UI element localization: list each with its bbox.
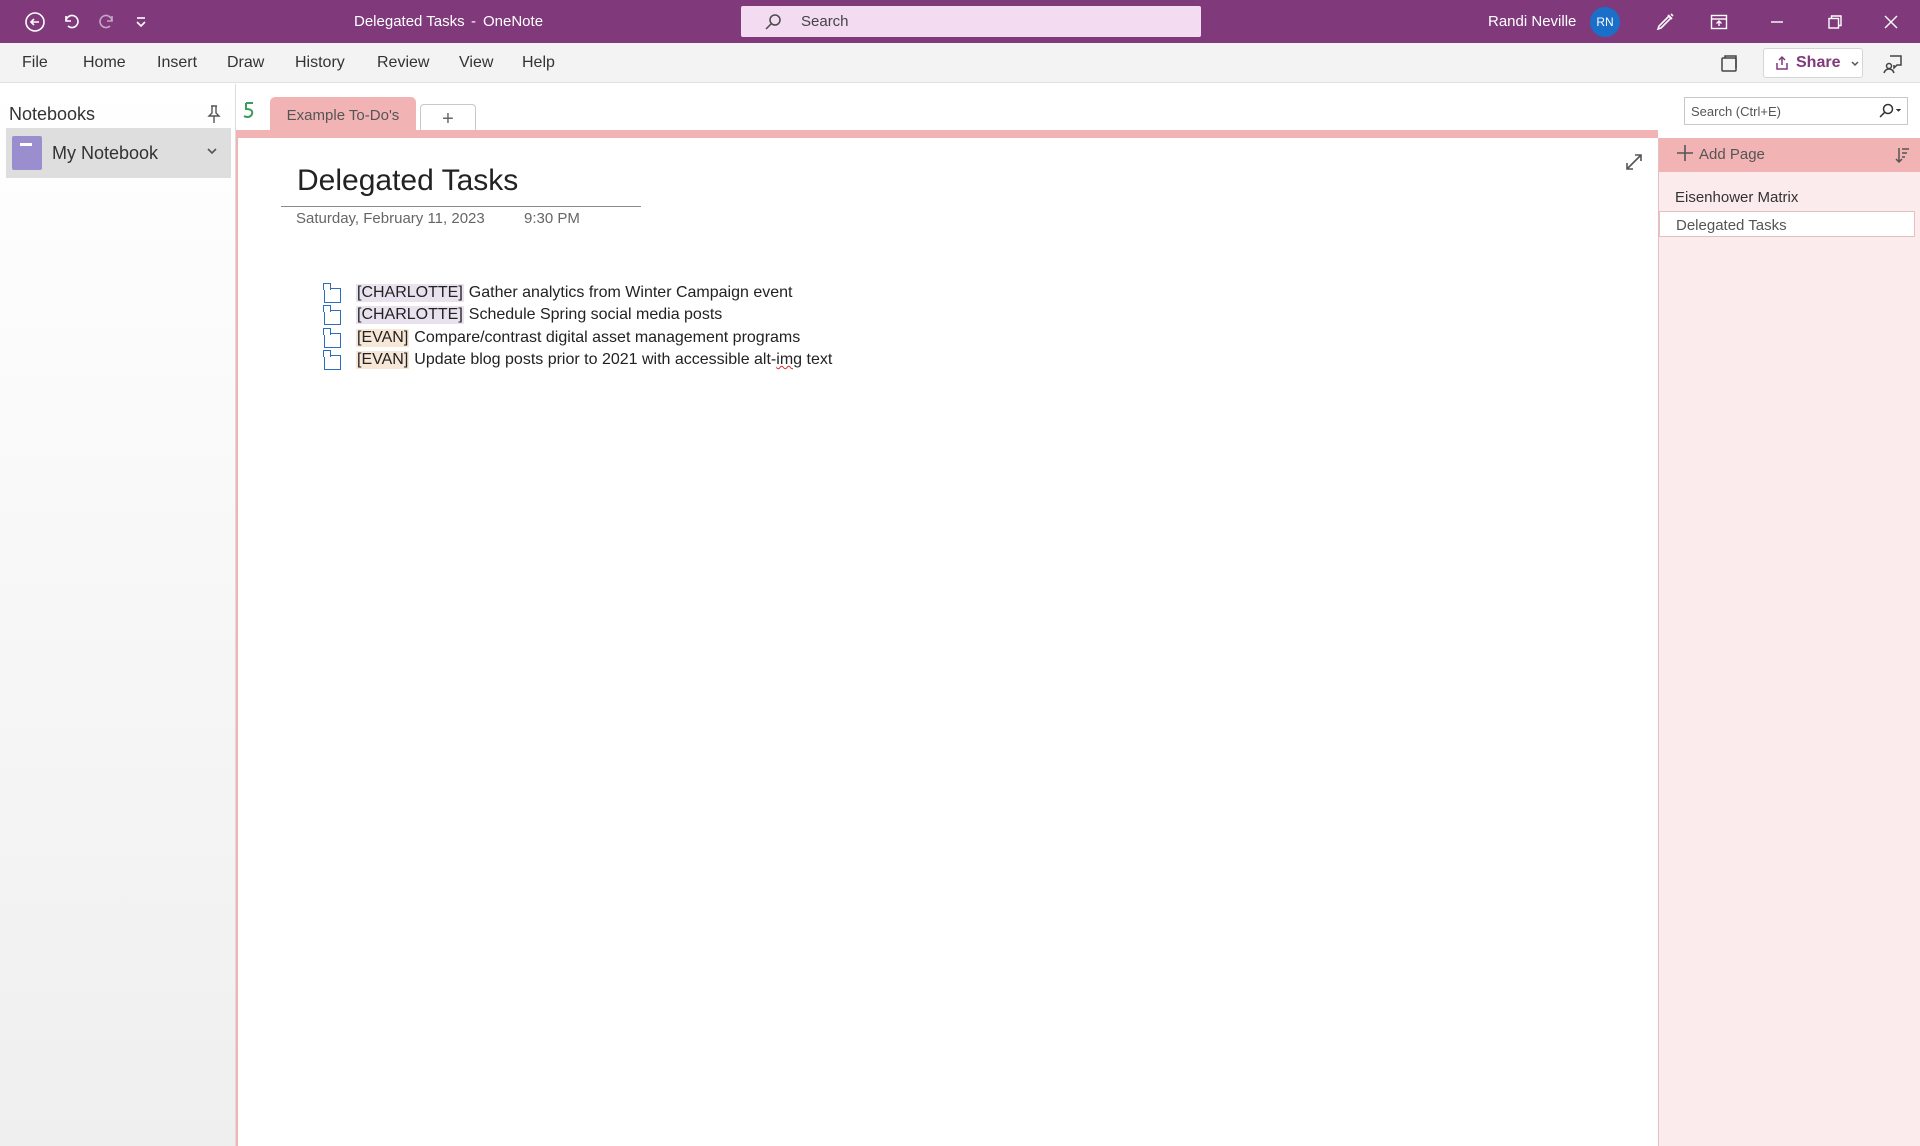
page-time: 9:30 PM (524, 210, 580, 227)
task-text: Schedule Spring social media posts (468, 306, 723, 323)
avatar[interactable]: RN (1590, 7, 1620, 37)
task-assignee-tag: [CHARLOTTE] (356, 284, 464, 302)
close-icon[interactable] (1868, 7, 1914, 37)
task-text: Compare/contrast digital asset managemen… (414, 329, 801, 346)
notebooks-pane: Notebooks My Notebook (0, 84, 236, 1146)
sync-icon[interactable] (242, 100, 256, 125)
share-icon (1776, 55, 1788, 70)
notebook-search-input[interactable]: Search (Ctrl+E) (1684, 97, 1908, 125)
pen-icon[interactable] (1652, 9, 1678, 35)
sort-icon[interactable] (1893, 146, 1911, 169)
search-icon (765, 14, 781, 30)
page-item-delegated-tasks[interactable]: Delegated Tasks (1659, 211, 1915, 237)
task-item[interactable]: [EVAN] Update blog posts prior to 2021 w… (322, 349, 832, 371)
misspelled-word[interactable]: img (776, 351, 802, 369)
title-bar: Delegated Tasks - OneNote Search Randi N… (0, 0, 1920, 43)
page-list-pane: Add Page Eisenhower Matrix Delegated Tas… (1658, 138, 1920, 1146)
task-assignee-tag: [CHARLOTTE] (356, 306, 464, 324)
redo-icon[interactable] (94, 9, 120, 35)
plus-icon (1675, 143, 1695, 168)
section-color-strip (236, 130, 1658, 138)
menu-view[interactable]: View (459, 54, 493, 72)
menu-review[interactable]: Review (377, 54, 429, 72)
title-separator: - (471, 13, 476, 30)
task-text: Gather analytics from Winter Campaign ev… (468, 284, 793, 301)
document-title: Delegated Tasks (354, 13, 465, 30)
pin-icon[interactable] (206, 104, 222, 129)
chevron-down-icon[interactable] (206, 144, 218, 162)
task-item[interactable]: [CHARLOTTE] Gather analytics from Winter… (322, 282, 792, 304)
undo-icon[interactable] (58, 9, 84, 35)
task-text-end: text (802, 351, 833, 368)
add-page-button[interactable]: Add Page (1659, 138, 1920, 172)
todo-checkbox[interactable] (322, 283, 342, 303)
todo-checkbox[interactable] (322, 350, 342, 370)
menu-help[interactable]: Help (522, 54, 555, 72)
app-name: OneNote (483, 13, 544, 30)
task-item[interactable]: [EVAN] Compare/contrast digital asset ma… (322, 327, 800, 349)
menu-draw[interactable]: Draw (227, 54, 264, 72)
menu-bar: File Home Insert Draw History Review Vie… (0, 43, 1920, 83)
notebook-search-placeholder: Search (Ctrl+E) (1691, 104, 1781, 119)
notebook-name: My Notebook (52, 143, 159, 163)
minimize-icon[interactable] (1754, 7, 1800, 37)
task-assignee-tag: [EVAN] (356, 329, 410, 347)
menu-home[interactable]: Home (83, 54, 126, 72)
onenote-window: Delegated Tasks - OneNote Search Randi N… (0, 0, 1920, 1146)
add-page-label: Add Page (1699, 146, 1765, 163)
section-tab-example-todos[interactable]: Example To-Do's (270, 97, 416, 133)
feedback-icon[interactable] (1878, 49, 1908, 79)
title-search-box[interactable]: Search (741, 6, 1201, 37)
todo-checkbox[interactable] (322, 305, 342, 325)
task-text: Update blog posts prior to 2021 with acc… (414, 351, 777, 368)
expand-icon[interactable] (1624, 152, 1644, 177)
page-item-eisenhower-matrix[interactable]: Eisenhower Matrix (1659, 184, 1915, 210)
share-label: Share (1796, 54, 1841, 71)
notebook-item-my-notebook[interactable]: My Notebook (6, 128, 231, 178)
todo-checkbox[interactable] (322, 328, 342, 348)
title-underline (281, 206, 641, 207)
user-name[interactable]: Randi Neville (1488, 13, 1576, 30)
add-section-button[interactable]: + (420, 104, 476, 133)
share-button[interactable]: Share (1763, 48, 1863, 78)
page-date: Saturday, February 11, 2023 (296, 210, 485, 227)
notebook-icon (12, 136, 42, 170)
chevron-down-icon (1851, 61, 1859, 67)
title-search-placeholder: Search (801, 13, 849, 30)
menu-file[interactable]: File (22, 54, 48, 72)
customize-quick-access-icon[interactable] (128, 9, 154, 35)
back-icon[interactable] (22, 9, 48, 35)
sticky-notes-icon[interactable] (1714, 49, 1744, 79)
search-icon[interactable] (1877, 102, 1903, 120)
page-title[interactable]: Delegated Tasks (297, 164, 518, 198)
ribbon-display-icon[interactable] (1696, 7, 1742, 37)
task-assignee-tag: [EVAN] (356, 351, 410, 369)
notebooks-header: Notebooks (9, 104, 96, 124)
menu-insert[interactable]: Insert (157, 54, 197, 72)
task-item[interactable]: [CHARLOTTE] Schedule Spring social media… (322, 304, 722, 326)
restore-icon[interactable] (1812, 7, 1858, 37)
menu-history[interactable]: History (295, 54, 345, 72)
